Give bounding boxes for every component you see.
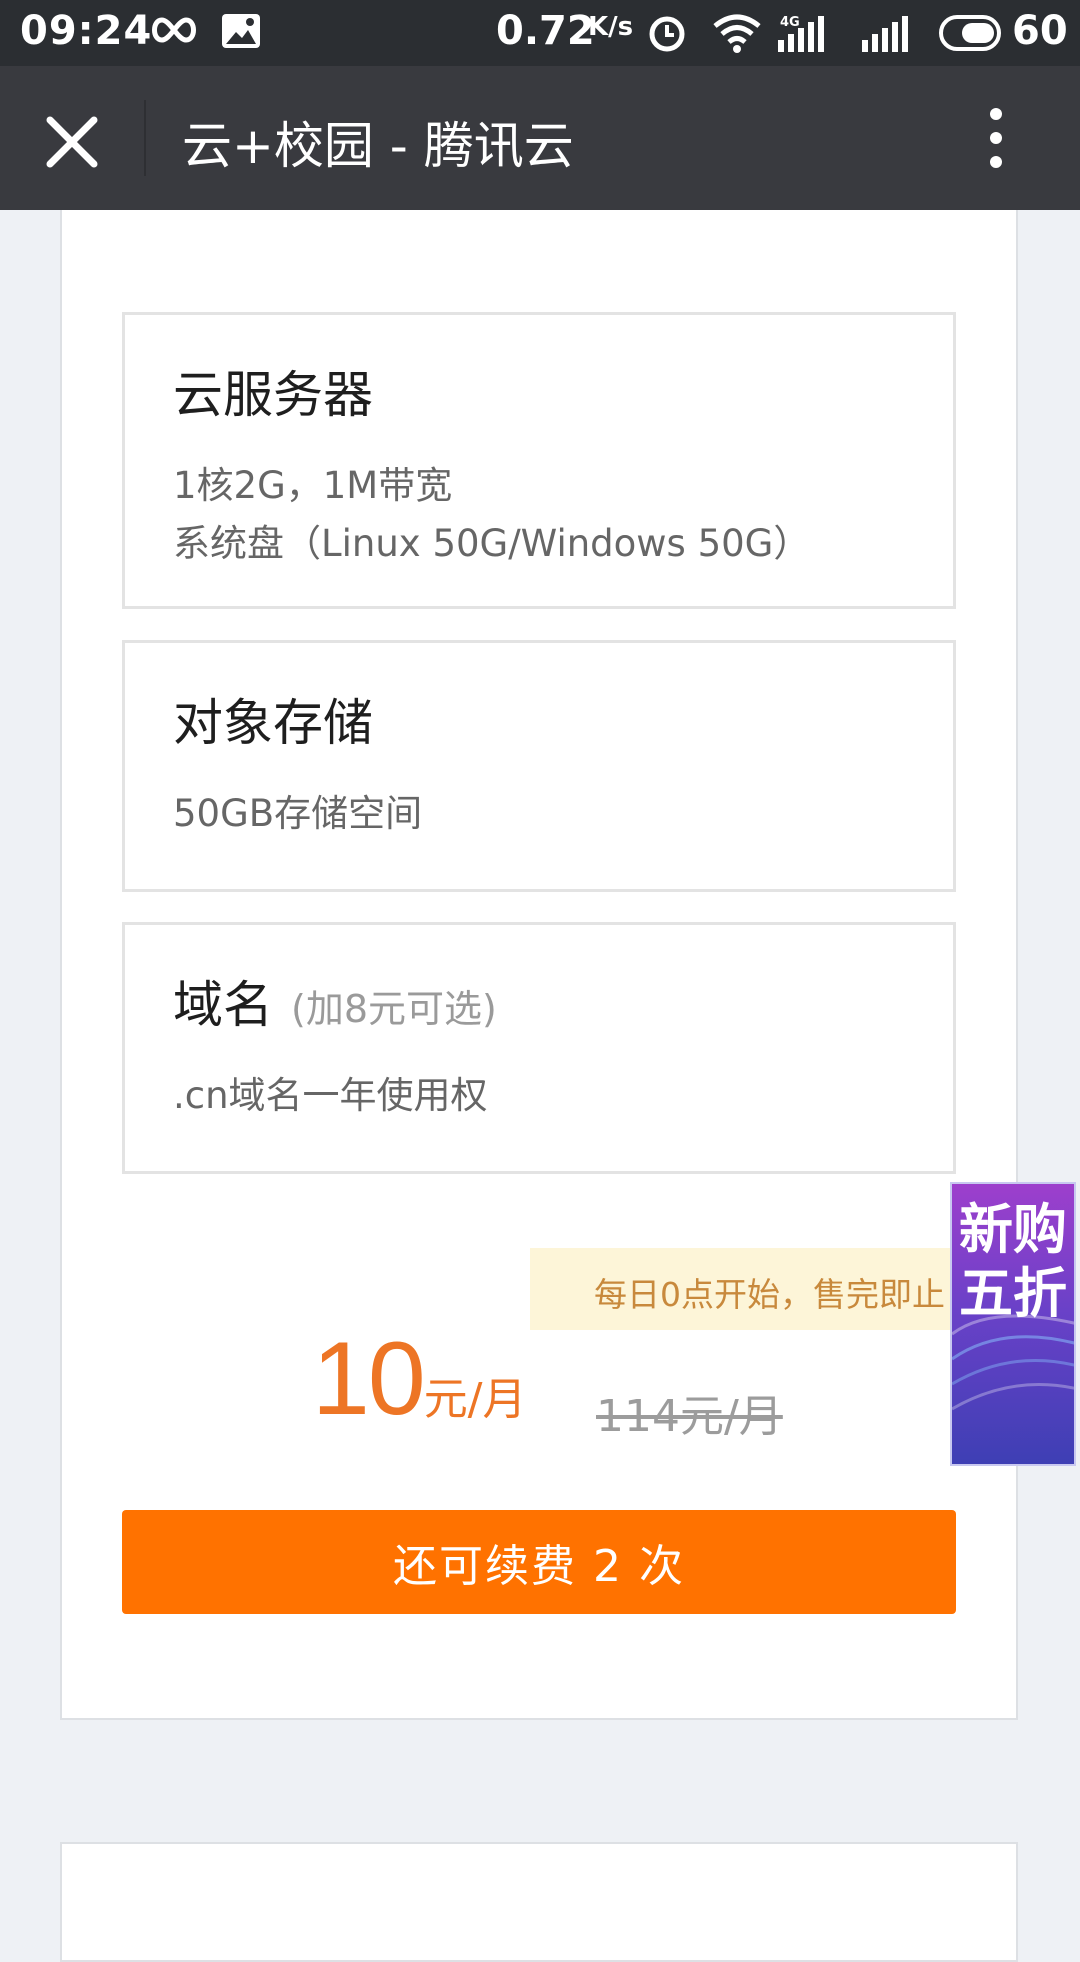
feature-domain: 域名 (加8元可选) .cn域名一年使用权 bbox=[122, 922, 956, 1174]
price-amount: 10 bbox=[312, 1321, 426, 1437]
next-card bbox=[60, 1842, 1018, 1962]
battery-icon bbox=[938, 14, 1004, 56]
original-price: 114元/月 bbox=[596, 1391, 783, 1442]
net-speed-unit: K/s bbox=[588, 12, 634, 42]
nav-bar: 云+校园 - 腾讯云 bbox=[0, 66, 1080, 210]
feature-desc-line: 1核2G，1M带宽 bbox=[173, 464, 453, 507]
infinity-icon bbox=[148, 12, 200, 52]
status-time: 09:24 bbox=[20, 8, 153, 54]
feature-note: (加8元可选) bbox=[291, 987, 497, 1031]
feature-title-text: 域名 bbox=[173, 976, 273, 1034]
signal-icon bbox=[860, 12, 916, 58]
promo-badge[interactable]: 新购五折 bbox=[950, 1182, 1076, 1466]
feature-desc-line: 系统盘（Linux 50G/Windows 50G） bbox=[173, 522, 811, 565]
feature-title: 对象存储 bbox=[173, 694, 373, 752]
wifi-icon bbox=[712, 12, 762, 58]
more-vertical-icon[interactable] bbox=[984, 106, 1008, 170]
image-icon bbox=[220, 12, 262, 54]
feature-title: 域名 (加8元可选) bbox=[173, 965, 497, 1037]
feature-desc-line: .cn域名一年使用权 bbox=[173, 1074, 488, 1117]
battery-level: 60 bbox=[1012, 8, 1068, 54]
alarm-icon bbox=[646, 12, 688, 58]
network-type-label: 4G bbox=[780, 15, 800, 30]
feature-object-storage: 对象存储 50GB存储空间 bbox=[122, 640, 956, 892]
feature-cloud-server: 云服务器 1核2G，1M带宽 系统盘（Linux 50G/Windows 50G… bbox=[122, 312, 956, 609]
sale-notice-text: 每日0点开始，售完即止 bbox=[594, 1275, 945, 1314]
page-title: 云+校园 - 腾讯云 bbox=[182, 117, 574, 175]
promo-text: 新购五折 bbox=[959, 1198, 1067, 1325]
sale-notice: 每日0点开始，售完即止 bbox=[530, 1248, 960, 1330]
status-bar: 09:24 0.72 K/s 4G 60 bbox=[0, 0, 1080, 66]
price-unit: 元/月 bbox=[423, 1374, 527, 1425]
feature-desc-line: 50GB存储空间 bbox=[173, 792, 423, 835]
nav-divider bbox=[144, 100, 146, 176]
feature-title: 云服务器 bbox=[173, 366, 373, 424]
close-icon[interactable] bbox=[44, 114, 100, 170]
net-speed: 0.72 bbox=[496, 8, 595, 54]
signal-icon: 4G bbox=[776, 12, 836, 58]
renew-button[interactable]: 还可续费 2 次 bbox=[122, 1510, 956, 1614]
current-price: 10元/月 bbox=[312, 1320, 527, 1439]
